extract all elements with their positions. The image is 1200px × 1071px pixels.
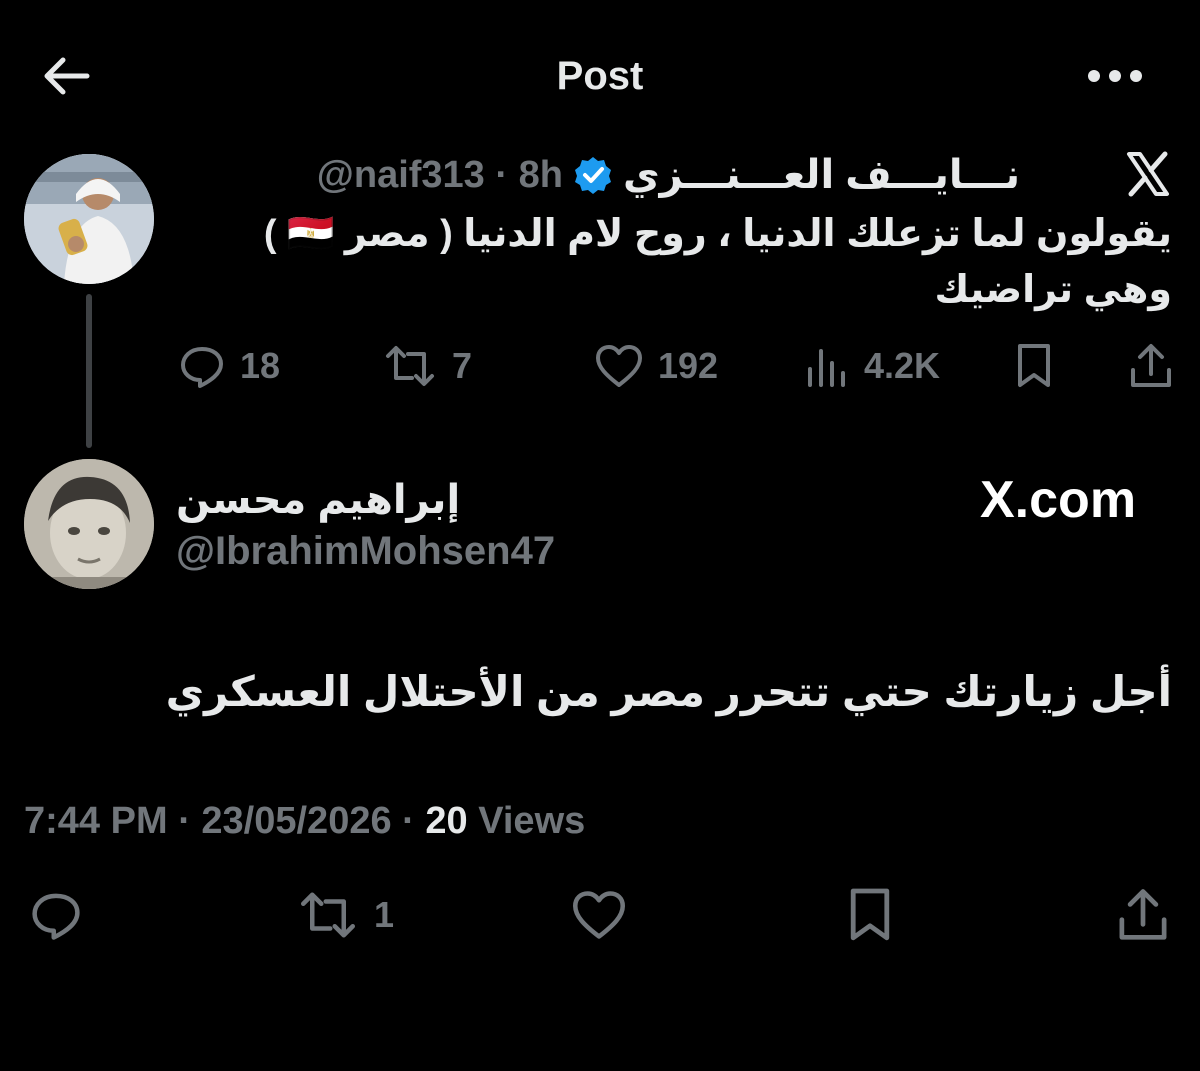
- quoted-tweet-line-2: وهي تراضيك: [934, 269, 1172, 311]
- views-count: 4.2K: [864, 345, 941, 386]
- reply-icon: [181, 347, 223, 388]
- repost-icon: [386, 346, 434, 386]
- thread-connector-line: [86, 294, 92, 448]
- like-button[interactable]: 192: [594, 338, 718, 394]
- verified-badge-icon: [574, 157, 611, 194]
- repost-count: 7: [452, 345, 473, 386]
- repost-icon: [301, 892, 355, 938]
- avatar-ibrahim[interactable]: [24, 459, 154, 589]
- reply-tweet-text: أجل زيارتك حتي تتحرر مصر من الأحتلال الع…: [165, 668, 1172, 715]
- bookmark-button[interactable]: [846, 884, 894, 946]
- share-button[interactable]: [1116, 884, 1170, 946]
- share-icon: [1131, 344, 1171, 387]
- reply-count: 18: [240, 345, 281, 386]
- share-button[interactable]: [1128, 338, 1174, 394]
- repost-count: 1: [374, 894, 395, 935]
- repost-button[interactable]: 7: [382, 338, 472, 394]
- avatar-photo: [24, 154, 154, 284]
- reply-button[interactable]: [28, 884, 84, 946]
- like-count: 192: [658, 345, 719, 386]
- heart-icon: [596, 345, 642, 387]
- quoted-author-name[interactable]: نـــايـــف العـــنـــزي: [623, 152, 1020, 198]
- post-time: 7:44 PM: [24, 800, 168, 842]
- page-title: Post: [556, 54, 644, 98]
- views-chart-icon: [808, 349, 845, 387]
- like-button[interactable]: [570, 884, 628, 946]
- post-views-count[interactable]: 20: [425, 800, 467, 842]
- more-options-button[interactable]: [1080, 54, 1150, 98]
- quoted-author-handle[interactable]: @naif313: [317, 154, 485, 196]
- avatar-photo: [24, 459, 154, 589]
- bookmark-icon: [850, 888, 890, 941]
- post-views-label: Views: [478, 800, 586, 842]
- reply-icon: [32, 893, 80, 940]
- bookmark-button[interactable]: [1014, 338, 1054, 394]
- reply-button[interactable]: 18: [178, 338, 280, 394]
- xcom-watermark: X.com: [980, 470, 1136, 530]
- share-icon: [1119, 889, 1167, 940]
- heart-icon: [573, 891, 625, 939]
- post-date: 23/05/2026: [201, 800, 392, 842]
- quoted-tweet-actions: 18 7 192 4.2K: [172, 338, 1182, 394]
- quoted-tweet-text: يقولون لما تزعلك الدنيا ، روح لام الدنيا…: [162, 206, 1172, 318]
- quoted-tweet-line-1: يقولون لما تزعلك الدنيا ، روح لام الدنيا…: [263, 213, 1172, 255]
- x-logo-icon: [1120, 146, 1176, 202]
- bookmark-icon: [1018, 344, 1050, 387]
- reply-meta: 7:44 PM · 23/05/2026 · 20 Views: [24, 800, 586, 842]
- reply-actions: 1: [20, 884, 1180, 946]
- views-button[interactable]: 4.2K: [804, 338, 940, 394]
- xcom-text: X.com: [980, 471, 1137, 529]
- repost-button[interactable]: 1: [296, 884, 394, 946]
- avatar-naif[interactable]: [24, 154, 154, 284]
- quoted-tweet-time: · 8h: [495, 153, 563, 196]
- quoted-tweet-header: @naif313 · 8h نـــايـــف العـــنـــزي: [317, 150, 1020, 200]
- reply-author-handle[interactable]: @IbrahimMohsen47: [176, 526, 555, 576]
- reply-author-name[interactable]: إبراهيم محسن: [176, 475, 460, 525]
- more-horizontal-icon: [1088, 70, 1142, 82]
